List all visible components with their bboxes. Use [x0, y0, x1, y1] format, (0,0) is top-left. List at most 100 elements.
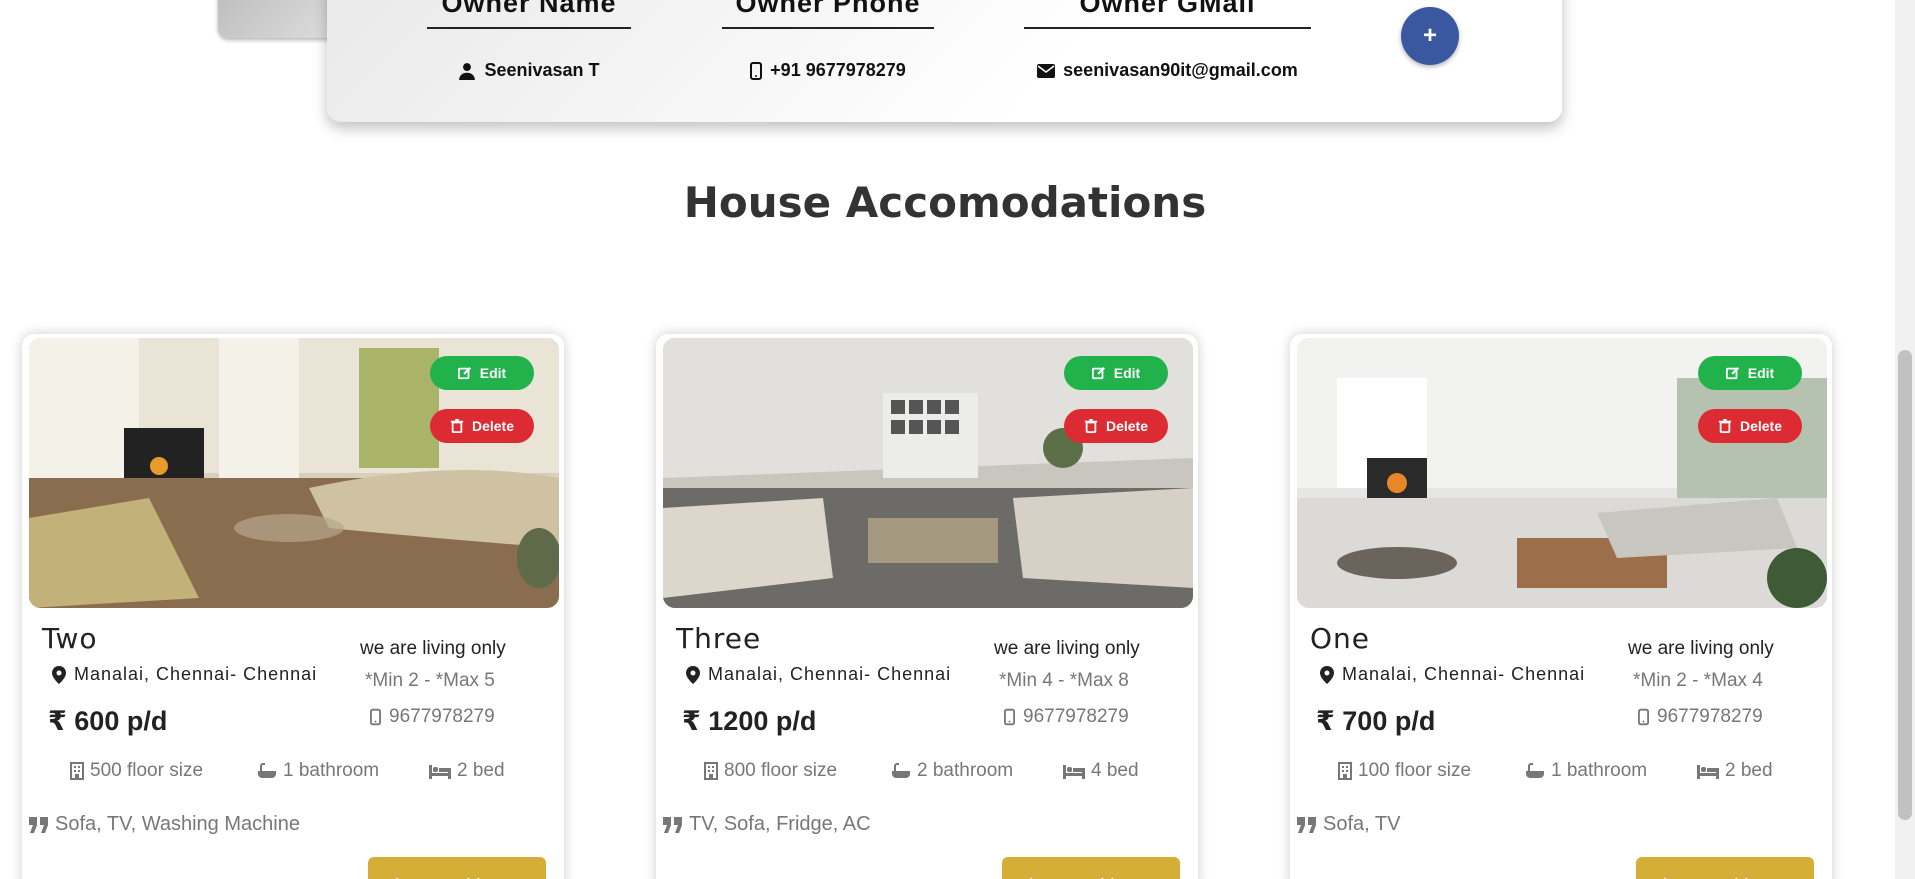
edit-button[interactable]: Edit: [1698, 356, 1802, 390]
quote-icon: [1297, 816, 1316, 833]
mobile-phone-icon: [1004, 708, 1015, 726]
bath-icon: [892, 763, 910, 778]
divider: [722, 27, 934, 29]
bed-text: 4 bed: [1091, 760, 1139, 781]
owner-name-header: Owner Name: [441, 0, 617, 17]
guest-range: *Min 2 - *Max 4: [1633, 670, 1763, 691]
house-name: One: [1310, 622, 1371, 655]
edit-button[interactable]: Edit: [1064, 356, 1168, 390]
house-price: ₹ 700 p/d: [1316, 706, 1436, 736]
building-icon: [1338, 762, 1352, 780]
mobile-phone-icon: [370, 708, 381, 726]
location-text: Manalai, Chennai- Chennai: [1342, 664, 1586, 684]
edit-label: Edit: [479, 365, 507, 381]
trash-icon: [1084, 419, 1098, 433]
quote-icon: [29, 816, 48, 833]
house-location: Manalai, Chennai- Chennai: [686, 664, 951, 685]
owner-email-column: Owner GMail seenivasan90it@gmail.com: [1024, 0, 1311, 81]
view-bookings-button[interactable]: View Bookings: [1002, 857, 1180, 879]
envelope-icon: [1037, 63, 1056, 78]
owner-email: seenivasan90it@gmail.com: [1063, 60, 1298, 80]
bed-icon: [1697, 765, 1719, 779]
bathroom-text: 2 bathroom: [917, 760, 1014, 781]
owner-phone-header: Owner Phone: [735, 0, 921, 17]
house-card: Edit Delete Two Manalai, Chennai- Chenna…: [22, 334, 564, 879]
bed-count: 2 bed: [429, 760, 505, 782]
user-icon: [459, 62, 476, 80]
quote-icon: [663, 816, 682, 833]
bathroom-text: 1 bathroom: [1551, 760, 1648, 781]
house-price: ₹ 1200 p/d: [682, 706, 817, 736]
floor-size: 100 floor size: [1338, 760, 1471, 782]
house-phone: 9677978279: [1004, 706, 1129, 728]
delete-label: Delete: [1739, 418, 1783, 434]
owner-name-row: Seenivasan T: [427, 60, 631, 81]
living-note: we are living only: [994, 638, 1140, 659]
bed-count: 4 bed: [1063, 760, 1139, 782]
bath-icon: [258, 763, 276, 778]
house-name: Two: [42, 622, 98, 655]
trash-icon: [1718, 419, 1732, 433]
owner-name: Seenivasan T: [484, 60, 600, 80]
delete-button[interactable]: Delete: [1064, 409, 1168, 443]
owner-email-header: Owner GMail: [1079, 0, 1256, 17]
add-owner-button[interactable]: +: [1401, 7, 1459, 65]
mobile-phone-icon: [1638, 708, 1649, 726]
bath-icon: [1526, 763, 1544, 778]
guest-range: *Min 4 - *Max 8: [999, 670, 1129, 691]
house-card: Edit Delete Three Manalai, Chennai- Chen…: [656, 334, 1198, 879]
owner-phone-column: Owner Phone +91 9677978279: [722, 0, 934, 81]
floor-size: 800 floor size: [704, 760, 837, 782]
location-text: Manalai, Chennai- Chennai: [708, 664, 952, 684]
guest-range: *Min 2 - *Max 5: [365, 670, 495, 691]
mobile-phone-icon: [750, 61, 763, 80]
floor-size-text: 100 floor size: [1358, 760, 1472, 781]
house-name: Three: [676, 622, 762, 655]
location-pin-icon: [52, 665, 66, 684]
scrollbar-thumb[interactable]: [1898, 350, 1912, 820]
delete-label: Delete: [471, 418, 515, 434]
edit-label: Edit: [1113, 365, 1141, 381]
location-text: Manalai, Chennai- Chennai: [74, 664, 318, 684]
floor-size: 500 floor size: [70, 760, 203, 782]
building-icon: [70, 762, 84, 780]
divider: [1024, 27, 1311, 29]
amenities: TV, Sofa, Fridge, AC: [663, 813, 871, 836]
amenities: Sofa, TV, Washing Machine: [29, 813, 300, 836]
edit-label: Edit: [1747, 365, 1775, 381]
page-scrollbar[interactable]: [1895, 0, 1915, 879]
owner-card: Owner Name Seenivasan T Owner Phone +91 …: [327, 0, 1562, 122]
edit-button[interactable]: Edit: [430, 356, 534, 390]
bathroom-count: 1 bathroom: [1525, 760, 1647, 782]
phone-text: 9677978279: [1657, 706, 1763, 727]
delete-button[interactable]: Delete: [430, 409, 534, 443]
floor-size-text: 800 floor size: [724, 760, 838, 781]
house-location: Manalai, Chennai- Chennai: [52, 664, 317, 685]
amenities-text: TV, Sofa, Fridge, AC: [689, 813, 871, 835]
bed-icon: [1063, 765, 1085, 779]
view-bookings-button[interactable]: View Bookings: [1636, 857, 1814, 879]
delete-button[interactable]: Delete: [1698, 409, 1802, 443]
view-bookings-button[interactable]: View Bookings: [368, 857, 546, 879]
house-phone: 9677978279: [370, 706, 495, 728]
divider: [427, 27, 631, 29]
phone-text: 9677978279: [1023, 706, 1129, 727]
edit-icon: [1725, 366, 1739, 380]
living-note: we are living only: [360, 638, 506, 659]
bed-icon: [429, 765, 451, 779]
delete-label: Delete: [1105, 418, 1149, 434]
building-icon: [704, 762, 718, 780]
bed-text: 2 bed: [1725, 760, 1773, 781]
house-phone: 9677978279: [1638, 706, 1763, 728]
bed-count: 2 bed: [1697, 760, 1773, 782]
house-price: ₹ 600 p/d: [48, 706, 168, 736]
location-pin-icon: [1320, 665, 1334, 684]
owner-name-column: Owner Name Seenivasan T: [427, 0, 631, 81]
owner-phone-row: +91 9677978279: [722, 60, 934, 81]
owner-email-row: seenivasan90it@gmail.com: [1024, 60, 1311, 81]
owner-phone: +91 9677978279: [770, 60, 906, 80]
bed-text: 2 bed: [457, 760, 505, 781]
amenities: Sofa, TV: [1297, 813, 1400, 836]
location-pin-icon: [686, 665, 700, 684]
edit-icon: [1091, 366, 1105, 380]
